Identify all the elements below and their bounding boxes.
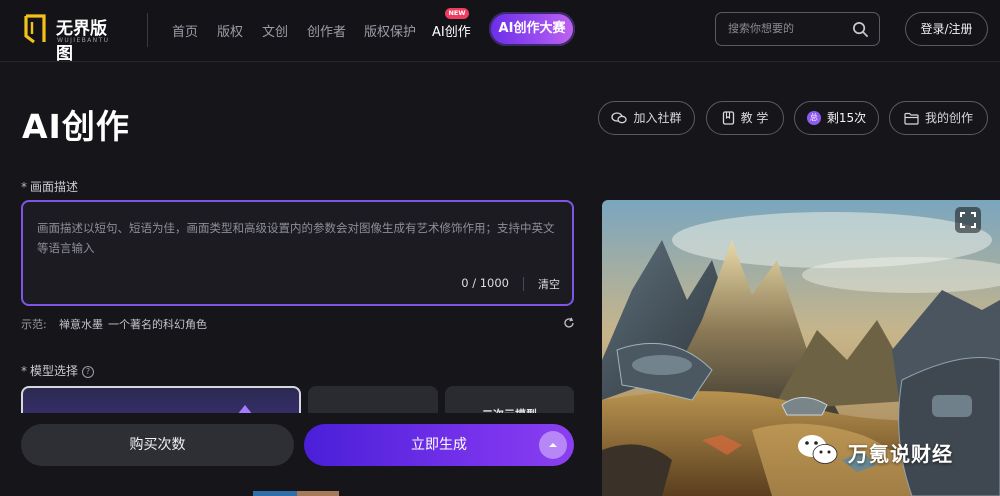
join-community-label: 加入社群 — [633, 111, 682, 125]
example-chip[interactable]: 一个著名的科幻角色 — [108, 316, 207, 332]
login-register-button[interactable]: 登录/注册 — [905, 12, 988, 46]
required-mark: * — [21, 180, 27, 194]
page-title: AI创作 — [22, 107, 130, 146]
tutorial-button[interactable]: 教 学 — [706, 101, 784, 135]
brand-logo[interactable]: 无界版图 WUJIEBANTU — [22, 10, 122, 64]
new-badge: NEW — [445, 8, 469, 19]
my-works-label: 我的创作 — [924, 111, 973, 125]
top-nav: 无界版图 WUJIEBANTU 首页 版权 文创 创作者 版权保护 AI创作 N… — [0, 0, 1000, 64]
char-counter: 0 / 1000 — [461, 276, 509, 290]
chevron-up-icon — [549, 443, 557, 447]
buy-credits-button[interactable]: 购买次数 — [21, 424, 294, 466]
folder-icon — [904, 112, 919, 125]
prompt-textarea[interactable] — [37, 218, 562, 268]
watermark: 万氪说财经 — [796, 430, 976, 470]
generate-button[interactable]: 立即生成 — [304, 424, 574, 466]
brand-sub: WUJIEBANTU — [57, 37, 110, 44]
nav-creators[interactable]: 创作者 — [307, 21, 346, 40]
help-icon[interactable]: ? — [82, 366, 95, 378]
expand-options-button[interactable] — [539, 431, 567, 459]
scroll-strip — [253, 491, 297, 496]
prompt-label-text: 画面描述 — [30, 180, 79, 194]
logo-icon — [24, 14, 46, 44]
clear-button[interactable]: 清空 — [538, 276, 560, 292]
examples-label: 示范: — [21, 318, 47, 331]
scroll-strip — [297, 491, 339, 496]
wechat-icon — [798, 435, 838, 464]
search-input[interactable] — [728, 21, 848, 37]
refresh-icon[interactable] — [563, 317, 575, 329]
required-mark: * — [21, 364, 27, 378]
watermark-text: 万氪说财经 — [848, 442, 953, 466]
tutorial-label: 教 学 — [740, 111, 769, 125]
nav-cultural[interactable]: 文创 — [262, 21, 288, 40]
nav-home[interactable]: 首页 — [172, 21, 198, 40]
chat-icon — [611, 112, 628, 124]
nav-copyright[interactable]: 版权 — [217, 21, 243, 40]
credits-label: 剩15次 — [826, 111, 867, 125]
example-chip[interactable]: 禅意水墨 — [59, 316, 103, 332]
nav-ai-create[interactable]: AI创作 — [432, 21, 471, 40]
search-box[interactable] — [715, 12, 880, 46]
my-works-button[interactable]: 我的创作 — [889, 101, 988, 135]
credits-icon: 总 — [806, 111, 821, 125]
book-icon — [722, 111, 734, 125]
fullscreen-button[interactable] — [955, 207, 981, 233]
search-icon[interactable] — [852, 21, 869, 38]
prompt-label: * 画面描述 — [21, 178, 78, 195]
credits-remaining[interactable]: 总 剩15次 — [794, 101, 879, 135]
nav-divider — [147, 13, 148, 47]
counter-divider — [523, 277, 524, 291]
ai-contest-button[interactable]: AI创作大赛 — [489, 12, 575, 46]
model-label: * 模型选择? — [21, 362, 95, 379]
expand-icon — [960, 212, 976, 228]
join-community-button[interactable]: 加入社群 — [598, 101, 695, 135]
prompt-box: 0 / 1000 清空 — [21, 200, 574, 306]
model-label-text: 模型选择 — [30, 364, 79, 378]
nav-copyright-protection[interactable]: 版权保护 — [364, 21, 416, 40]
